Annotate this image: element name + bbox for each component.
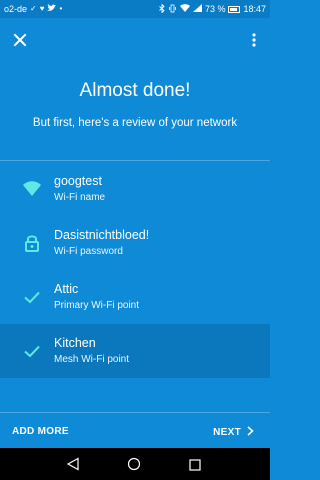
system-nav-bar (0, 448, 270, 480)
vibrate-icon (168, 4, 177, 15)
next-button[interactable]: NEXT (213, 426, 254, 439)
notification-icon: • (59, 4, 63, 13)
wifi-password-label: Wi-Fi password (54, 246, 123, 257)
lock-icon (22, 233, 42, 253)
page-title: Almost done! (79, 80, 191, 101)
check-icon (22, 341, 42, 361)
check-icon (22, 287, 42, 307)
wifi-name-label: Wi-Fi name (54, 192, 106, 203)
divider (0, 160, 270, 161)
network-review-list: googtest Wi-Fi name Dasistnichtbloed! Wi… (0, 162, 270, 378)
toolbar (0, 28, 270, 52)
list-item-primary-point: Attic Primary Wi-Fi point (0, 270, 270, 324)
primary-point-label: Primary Wi-Fi point (54, 300, 140, 311)
add-more-button[interactable]: ADD MORE (12, 426, 69, 437)
wifi-name-value: googtest (54, 174, 102, 188)
close-icon[interactable] (11, 31, 29, 49)
action-bar: ADD MORE NEXT (0, 412, 270, 448)
twitter-icon (47, 4, 57, 14)
carrier-label: o2-de (4, 4, 28, 14)
list-item-wifi-name: googtest Wi-Fi name (0, 162, 270, 216)
list-item-mesh-point: Kitchen Mesh Wi-Fi point (0, 324, 270, 378)
recent-apps-icon[interactable] (189, 458, 201, 476)
page-subtitle: But first, here's a review of your netwo… (32, 117, 238, 129)
bluetooth-icon (159, 2, 165, 15)
clock: 18:47 (243, 4, 266, 14)
wifi-icon (179, 4, 190, 14)
signal-check-icon: ✓ (30, 4, 37, 13)
status-bar: o2-de ✓ ♥ • 73 % 18:47 (0, 0, 270, 18)
mesh-point-value: Kitchen (54, 336, 96, 350)
wifi-password-value: Dasistnichtbloed! (54, 228, 150, 242)
home-icon[interactable] (127, 457, 141, 476)
battery-percent: 73 % (204, 4, 226, 14)
more-vert-icon[interactable] (250, 31, 258, 49)
cell-signal-icon (192, 4, 202, 14)
back-icon[interactable] (66, 457, 80, 476)
primary-point-value: Attic (54, 282, 79, 296)
mesh-point-label: Mesh Wi-Fi point (54, 354, 130, 365)
chevron-right-icon (247, 426, 254, 439)
battery-icon (228, 5, 241, 13)
list-item-wifi-password: Dasistnichtbloed! Wi-Fi password (0, 216, 270, 270)
next-label: NEXT (213, 427, 241, 438)
heart-icon: ♥ (39, 4, 45, 13)
wifi-icon (22, 179, 42, 199)
